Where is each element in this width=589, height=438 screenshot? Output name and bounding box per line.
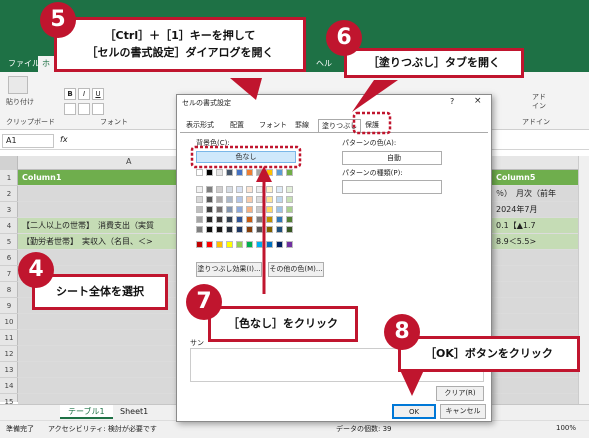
step-number-6: 6 [326,20,362,56]
arrow-8 [400,370,424,396]
step-number-7: 7 [186,284,222,320]
callout-8: ［OK］ボタンをクリック [398,336,580,372]
arrow-6 [352,80,398,112]
no-color-highlight [190,145,302,169]
fill-tab-highlight [352,111,392,135]
callout-7: ［色なし］をクリック [208,306,358,342]
arrow-7-head [256,166,272,182]
callout-5-line2: ［セルの書式設定］ダイアログを開く [86,46,274,59]
callout-5: ［Ctrl］＋［1］キーを押して ［セルの書式設定］ダイアログを開く [54,17,306,72]
step-number-4: 4 [18,252,54,288]
callout-5-line1: ［Ctrl］＋［1］キーを押して [104,29,256,42]
step-number-8: 8 [384,314,420,350]
callout-6: ［塗りつぶし］タブを開く [344,48,524,78]
arrow-5 [230,78,262,100]
step-number-5: 5 [40,2,76,38]
callout-4: シート全体を選択 [32,274,168,310]
